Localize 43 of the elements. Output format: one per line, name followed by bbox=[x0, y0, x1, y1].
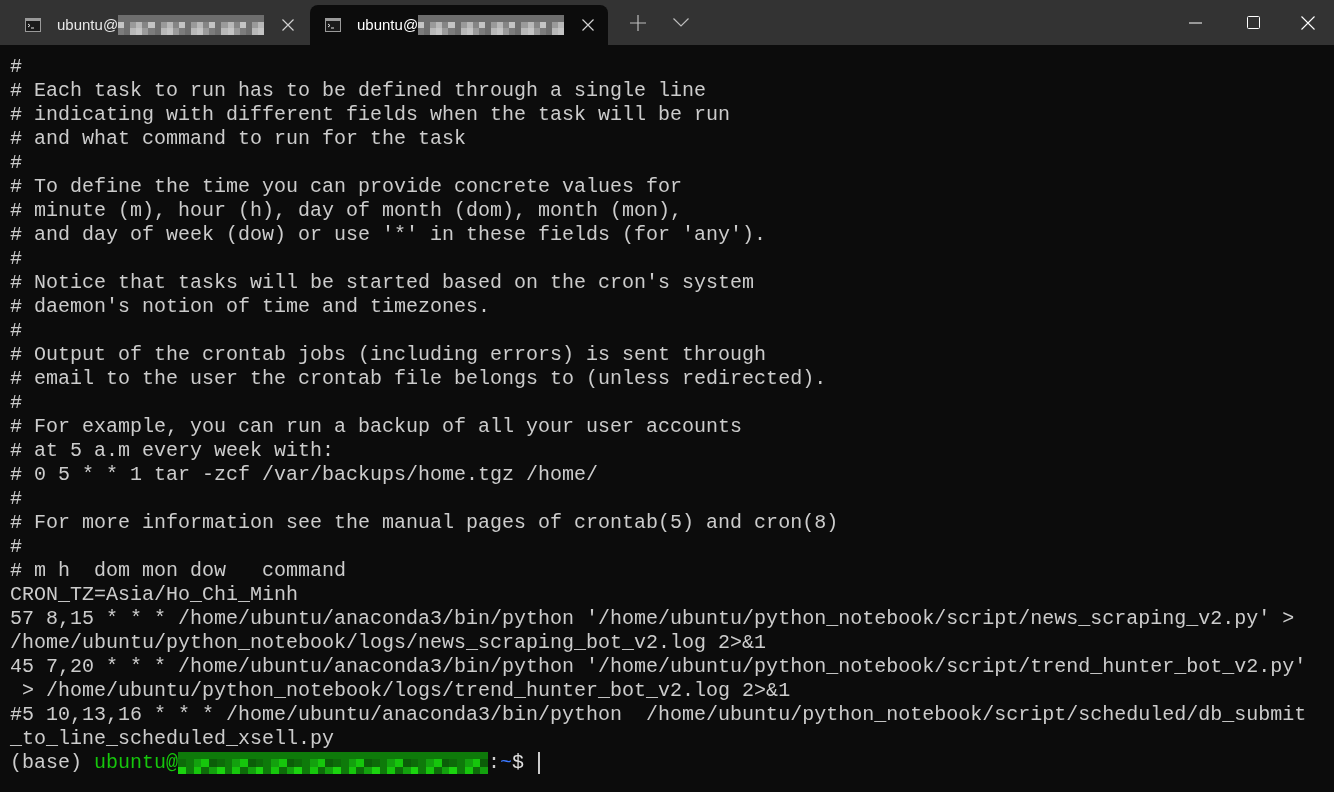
close-icon bbox=[582, 19, 594, 31]
terminal-line: # Notice that tasks will be started based on the cron's system bbox=[10, 271, 755, 294]
terminal-line: # minute (m), hour (h), day of month (dom), month (mon), bbox=[10, 199, 683, 222]
terminal-line: > /home/ubuntu/python_notebook/logs/trend_hunter_bot_v2.log 2>&1 bbox=[21, 679, 791, 702]
terminal-line: # bbox=[10, 319, 22, 342]
terminal-line: # bbox=[10, 535, 22, 558]
terminal-line: # bbox=[10, 487, 22, 510]
plus-icon bbox=[630, 14, 646, 31]
terminal-line: # For example, you can run a backup of all your user accounts bbox=[10, 415, 743, 438]
terminal-line: # m h dom mon dow command bbox=[10, 559, 347, 582]
terminal-icon bbox=[25, 18, 41, 32]
terminal-line: # Each task to run has to be defined through a single line bbox=[10, 79, 707, 102]
terminal-line: # For more information see the manual pages of crontab(5) and cron(8) bbox=[10, 511, 839, 534]
terminal-line: # 0 5 * * 1 tar -zcf /var/backups/home.tgz /home/ bbox=[10, 463, 599, 486]
terminal-line: # bbox=[10, 55, 22, 78]
terminal-line: # and what command to run for the task bbox=[10, 127, 467, 150]
terminal-line: # bbox=[10, 391, 22, 414]
close-icon bbox=[1301, 15, 1315, 30]
terminal-line: 57 8,15 * * * /home/ubuntu/anaconda3/bin/python '/home/ubuntu/python_notebook/script/news_scraping_v2.py' > bbox=[10, 607, 1295, 630]
terminal-line: /home/ubuntu/python_notebook/logs/news_scraping_bot_v2.log 2>&1 bbox=[10, 631, 767, 654]
terminal-line: # indicating with different fields when the task will be run bbox=[10, 103, 731, 126]
terminal-line: # daemon's notion of time and timezones. bbox=[10, 295, 491, 318]
prompt-user: ubuntu@ bbox=[94, 751, 179, 775]
terminal-icon bbox=[325, 18, 341, 32]
prompt-path: :~$ bbox=[488, 751, 525, 775]
terminal-line: # To define the time you can provide concrete values for bbox=[10, 175, 683, 198]
terminal-line: # bbox=[10, 247, 22, 270]
terminal-line: CRON_TZ=Asia/Ho_Chi_Minh bbox=[10, 583, 299, 606]
chevron-down-icon bbox=[673, 18, 689, 27]
conda-env-label: (base) bbox=[10, 751, 82, 775]
terminal-line: # Output of the crontab jobs (including errors) is sent through bbox=[10, 343, 767, 366]
terminal-line: # email to the user the crontab file belongs to (unless redirected). bbox=[10, 367, 827, 390]
terminal-line: _to_line_scheduled_xsell.py bbox=[10, 727, 335, 750]
close-icon bbox=[282, 19, 294, 31]
maximize-icon bbox=[1246, 16, 1260, 29]
terminal-line: # and day of week (dow) or use '*' in these fields (for 'any'). bbox=[10, 223, 767, 246]
minimize-icon bbox=[1188, 21, 1202, 24]
terminal-line: #5 10,13,16 * * * /home/ubuntu/anaconda3/bin/python /home/ubuntu/python_notebook/script/scheduled/db_submit bbox=[10, 703, 1307, 726]
terminal-line: # bbox=[10, 151, 22, 174]
tab[interactable]: ubuntu@ bbox=[10, 5, 308, 45]
tab[interactable]: ubuntu@ bbox=[310, 5, 608, 45]
terminal-line: 45 7,20 * * * /home/ubuntu/anaconda3/bin/python '/home/ubuntu/python_notebook/script/trend_hunter_bot_v2.py' bbox=[10, 655, 1307, 678]
terminal-line: # at 5 a.m every week with: bbox=[10, 439, 335, 462]
